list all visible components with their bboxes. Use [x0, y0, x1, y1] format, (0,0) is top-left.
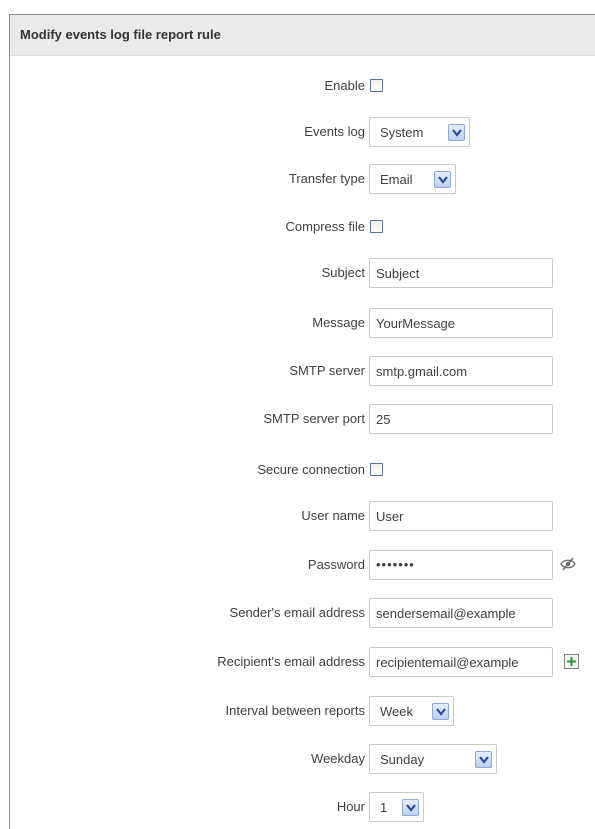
chevron-down-icon[interactable]	[434, 171, 451, 188]
hour-label: Hour	[336, 799, 365, 814]
weekday-value: Sunday	[380, 752, 425, 767]
compress-file-checkbox[interactable]	[370, 220, 383, 233]
chevron-down-icon[interactable]	[402, 799, 419, 816]
enable-label: Enable	[324, 78, 365, 93]
enable-row: Enable	[10, 71, 595, 101]
transfer-type-value: Email	[380, 172, 413, 187]
subject-label: Subject	[321, 265, 365, 280]
user-name-input[interactable]: User	[369, 501, 553, 531]
message-label: Message	[312, 315, 365, 330]
message-row: Message YourMessage	[10, 308, 595, 338]
secure-connection-label: Secure connection	[257, 462, 365, 477]
sender-email-input[interactable]: sendersemail@example	[369, 598, 553, 628]
interval-select[interactable]: Week	[369, 696, 454, 726]
subject-row: Subject Subject	[10, 258, 595, 288]
recipient-email-label: Recipient's email address	[217, 654, 365, 669]
hour-select[interactable]: 1	[369, 792, 424, 822]
user-name-label: User name	[301, 508, 365, 523]
smtp-server-input[interactable]: smtp.gmail.com	[369, 356, 553, 386]
message-input[interactable]: YourMessage	[369, 308, 553, 338]
hour-value: 1	[380, 800, 388, 815]
secure-connection-row: Secure connection	[10, 455, 595, 485]
panel-title: Modify events log file report rule	[10, 15, 595, 56]
interval-label: Interval between reports	[225, 703, 365, 718]
secure-connection-checkbox[interactable]	[370, 463, 383, 476]
subject-input[interactable]: Subject	[369, 258, 553, 288]
smtp-port-label: SMTP server port	[263, 411, 365, 426]
compress-file-row: Compress file	[10, 212, 595, 242]
transfer-type-row: Transfer type Email	[10, 164, 595, 194]
recipient-email-input[interactable]: recipientemail@example	[369, 647, 553, 677]
eye-slash-icon[interactable]	[560, 557, 576, 574]
sender-email-label: Sender's email address	[229, 605, 365, 620]
rule-panel: Modify events log file report rule Enabl…	[9, 14, 595, 829]
transfer-type-label: Transfer type	[288, 171, 365, 186]
sender-email-row: Sender's email address sendersemail@exam…	[10, 598, 595, 628]
compress-file-label: Compress file	[285, 219, 365, 234]
plus-icon[interactable]	[564, 654, 579, 669]
chevron-down-icon[interactable]	[448, 124, 465, 141]
password-input[interactable]: •••••••	[369, 550, 553, 580]
events-log-row: Events log System	[10, 117, 595, 147]
hour-row: Hour 1	[10, 792, 595, 822]
transfer-type-select[interactable]: Email	[369, 164, 456, 194]
events-log-label: Events log	[304, 124, 365, 139]
user-name-row: User name User	[10, 501, 595, 531]
password-row: Password •••••••	[10, 550, 595, 580]
smtp-port-input[interactable]: 25	[369, 404, 553, 434]
chevron-down-icon[interactable]	[475, 751, 492, 768]
smtp-server-row: SMTP server smtp.gmail.com	[10, 356, 595, 386]
smtp-server-label: SMTP server	[289, 363, 365, 378]
weekday-row: Weekday Sunday	[10, 744, 595, 774]
weekday-select[interactable]: Sunday	[369, 744, 497, 774]
events-log-select[interactable]: System	[369, 117, 470, 147]
smtp-port-row: SMTP server port 25	[10, 404, 595, 434]
enable-checkbox[interactable]	[370, 79, 383, 92]
interval-row: Interval between reports Week	[10, 696, 595, 726]
interval-value: Week	[380, 704, 413, 719]
chevron-down-icon[interactable]	[432, 703, 449, 720]
events-log-value: System	[380, 125, 424, 140]
weekday-label: Weekday	[311, 751, 365, 766]
password-label: Password	[307, 557, 365, 572]
recipient-email-row: Recipient's email address recipientemail…	[10, 647, 595, 677]
